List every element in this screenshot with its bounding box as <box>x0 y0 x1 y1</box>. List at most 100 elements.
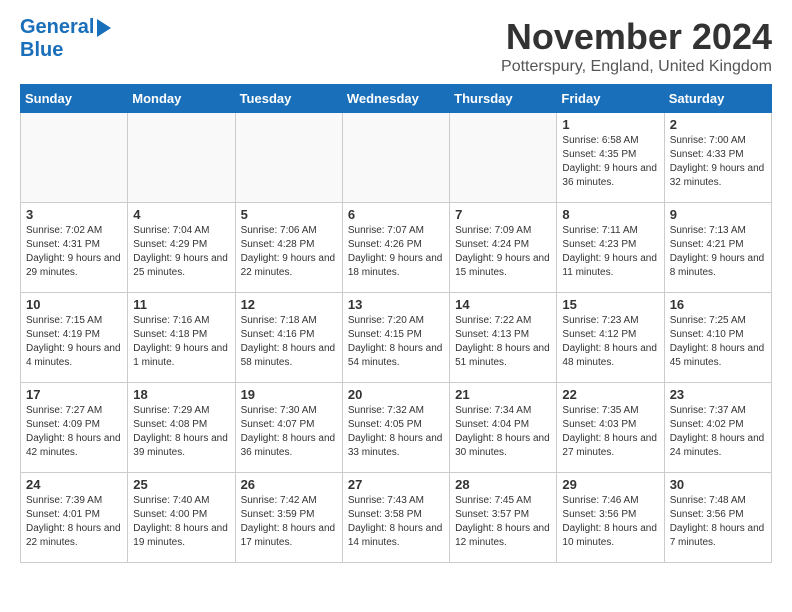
day-number: 8 <box>562 207 658 222</box>
day-info: Sunrise: 7:25 AM Sunset: 4:10 PM Dayligh… <box>670 314 766 370</box>
day-number: 28 <box>455 477 551 492</box>
day-info: Sunrise: 7:15 AM Sunset: 4:19 PM Dayligh… <box>26 314 122 370</box>
calendar-cell <box>450 113 557 203</box>
calendar-cell: 26Sunrise: 7:42 AM Sunset: 3:59 PM Dayli… <box>235 473 342 563</box>
day-number: 22 <box>562 387 658 402</box>
day-number: 13 <box>348 297 444 312</box>
day-info: Sunrise: 7:48 AM Sunset: 3:56 PM Dayligh… <box>670 494 766 550</box>
day-info: Sunrise: 7:02 AM Sunset: 4:31 PM Dayligh… <box>26 224 122 280</box>
day-number: 10 <box>26 297 122 312</box>
month-title: November 2024 <box>501 16 772 58</box>
logo-arrow-icon <box>97 19 111 37</box>
calendar-cell: 10 Sunrise: 7:15 AM Sunset: 4:19 PM Dayli… <box>21 293 128 383</box>
calendar-cell: 30 Sunrise: 7:48 AM Sunset: 3:56 PM Dayli… <box>664 473 771 563</box>
day-number: 30 <box>670 477 766 492</box>
calendar-cell: 2 Sunrise: 7:00 AM Sunset: 4:33 PM Daylig… <box>664 113 771 203</box>
day-info: Sunrise: 7:18 AM Sunset: 4:16 PM Dayligh… <box>241 314 337 370</box>
calendar-cell: 22Sunrise: 7:35 AM Sunset: 4:03 PM Dayli… <box>557 383 664 473</box>
calendar-cell: 16 Sunrise: 7:25 AM Sunset: 4:10 PM Dayli… <box>664 293 771 383</box>
col-tuesday: Tuesday <box>235 85 342 113</box>
calendar-cell: 17Sunrise: 7:27 AM Sunset: 4:09 PM Dayli… <box>21 383 128 473</box>
calendar-cell <box>342 113 449 203</box>
title-block: November 2024 Potterspury, England, Unit… <box>501 16 772 76</box>
calendar-cell: 12Sunrise: 7:18 AM Sunset: 4:16 PM Dayli… <box>235 293 342 383</box>
calendar-cell: 29 Sunrise: 7:46 AM Sunset: 3:56 PM Dayli… <box>557 473 664 563</box>
day-info: Sunrise: 7:37 AM Sunset: 4:02 PM Dayligh… <box>670 404 766 460</box>
day-info: Sunrise: 7:39 AM Sunset: 4:01 PM Dayligh… <box>26 494 122 550</box>
week-row-0: 1 Sunrise: 6:58 AM Sunset: 4:35 PM Daylig… <box>21 113 772 203</box>
day-number: 1 <box>562 117 658 132</box>
location: Potterspury, England, United Kingdom <box>501 58 772 76</box>
day-number: 23 <box>670 387 766 402</box>
day-info: Sunrise: 7:29 AM Sunset: 4:08 PM Dayligh… <box>133 404 229 460</box>
calendar-cell: 8 Sunrise: 7:11 AM Sunset: 4:23 PM Daylig… <box>557 203 664 293</box>
page: General Blue November 2024 Potterspury, … <box>0 0 792 579</box>
calendar-table: Sunday Monday Tuesday Wednesday Thursday… <box>20 84 772 563</box>
day-number: 29 <box>562 477 658 492</box>
logo-blue-text: Blue <box>20 39 63 61</box>
calendar-cell: 23 Sunrise: 7:37 AM Sunset: 4:02 PM Dayli… <box>664 383 771 473</box>
day-number: 14 <box>455 297 551 312</box>
day-info: Sunrise: 7:11 AM Sunset: 4:23 PM Dayligh… <box>562 224 658 280</box>
calendar-cell <box>128 113 235 203</box>
day-info: Sunrise: 7:34 AM Sunset: 4:04 PM Dayligh… <box>455 404 551 460</box>
day-info: Sunrise: 7:45 AM Sunset: 3:57 PM Dayligh… <box>455 494 551 550</box>
day-info: Sunrise: 7:23 AM Sunset: 4:12 PM Dayligh… <box>562 314 658 370</box>
col-monday: Monday <box>128 85 235 113</box>
day-info: Sunrise: 7:00 AM Sunset: 4:33 PM Dayligh… <box>670 134 766 190</box>
calendar-cell: 4 Sunrise: 7:04 AM Sunset: 4:29 PM Daylig… <box>128 203 235 293</box>
week-row-1: 3 Sunrise: 7:02 AM Sunset: 4:31 PM Daylig… <box>21 203 772 293</box>
day-info: Sunrise: 7:32 AM Sunset: 4:05 PM Dayligh… <box>348 404 444 460</box>
calendar-cell: 25 Sunrise: 7:40 AM Sunset: 4:00 PM Dayli… <box>128 473 235 563</box>
day-info: Sunrise: 7:46 AM Sunset: 3:56 PM Dayligh… <box>562 494 658 550</box>
logo-general: General <box>20 16 94 39</box>
calendar-cell: 5 Sunrise: 7:06 AM Sunset: 4:28 PM Daylig… <box>235 203 342 293</box>
logo-blue: Blue <box>20 39 63 62</box>
day-number: 5 <box>241 207 337 222</box>
day-info: Sunrise: 7:30 AM Sunset: 4:07 PM Dayligh… <box>241 404 337 460</box>
calendar-cell: 1 Sunrise: 6:58 AM Sunset: 4:35 PM Daylig… <box>557 113 664 203</box>
calendar-cell: 6Sunrise: 7:07 AM Sunset: 4:26 PM Daylig… <box>342 203 449 293</box>
day-info: Sunrise: 7:06 AM Sunset: 4:28 PM Dayligh… <box>241 224 337 280</box>
calendar-cell: 9Sunrise: 7:13 AM Sunset: 4:21 PM Daylig… <box>664 203 771 293</box>
day-info: Sunrise: 7:20 AM Sunset: 4:15 PM Dayligh… <box>348 314 444 370</box>
day-number: 19 <box>241 387 337 402</box>
day-number: 3 <box>26 207 122 222</box>
calendar-cell: 11 Sunrise: 7:16 AM Sunset: 4:18 PM Dayli… <box>128 293 235 383</box>
day-number: 4 <box>133 207 229 222</box>
day-info: Sunrise: 7:04 AM Sunset: 4:29 PM Dayligh… <box>133 224 229 280</box>
day-number: 20 <box>348 387 444 402</box>
week-row-4: 24Sunrise: 7:39 AM Sunset: 4:01 PM Dayli… <box>21 473 772 563</box>
calendar-cell: 21 Sunrise: 7:34 AM Sunset: 4:04 PM Dayli… <box>450 383 557 473</box>
calendar-cell: 28 Sunrise: 7:45 AM Sunset: 3:57 PM Dayli… <box>450 473 557 563</box>
col-sunday: Sunday <box>21 85 128 113</box>
calendar-cell: 15 Sunrise: 7:23 AM Sunset: 4:12 PM Dayli… <box>557 293 664 383</box>
calendar-cell: 18Sunrise: 7:29 AM Sunset: 4:08 PM Dayli… <box>128 383 235 473</box>
day-info: Sunrise: 7:09 AM Sunset: 4:24 PM Dayligh… <box>455 224 551 280</box>
calendar-cell: 14Sunrise: 7:22 AM Sunset: 4:13 PM Dayli… <box>450 293 557 383</box>
calendar-cell <box>21 113 128 203</box>
calendar-cell: 13 Sunrise: 7:20 AM Sunset: 4:15 PM Dayli… <box>342 293 449 383</box>
header: General Blue November 2024 Potterspury, … <box>20 16 772 76</box>
day-number: 25 <box>133 477 229 492</box>
day-number: 11 <box>133 297 229 312</box>
calendar-cell: 20 Sunrise: 7:32 AM Sunset: 4:05 PM Dayli… <box>342 383 449 473</box>
day-info: Sunrise: 7:40 AM Sunset: 4:00 PM Dayligh… <box>133 494 229 550</box>
day-info: Sunrise: 7:07 AM Sunset: 4:26 PM Dayligh… <box>348 224 444 280</box>
week-row-2: 10 Sunrise: 7:15 AM Sunset: 4:19 PM Dayli… <box>21 293 772 383</box>
calendar-cell: 24Sunrise: 7:39 AM Sunset: 4:01 PM Dayli… <box>21 473 128 563</box>
calendar-header-row: Sunday Monday Tuesday Wednesday Thursday… <box>21 85 772 113</box>
day-info: Sunrise: 7:43 AM Sunset: 3:58 PM Dayligh… <box>348 494 444 550</box>
day-number: 7 <box>455 207 551 222</box>
calendar-cell: 27Sunrise: 7:43 AM Sunset: 3:58 PM Dayli… <box>342 473 449 563</box>
day-info: Sunrise: 6:58 AM Sunset: 4:35 PM Dayligh… <box>562 134 658 190</box>
col-wednesday: Wednesday <box>342 85 449 113</box>
day-number: 16 <box>670 297 766 312</box>
day-number: 15 <box>562 297 658 312</box>
day-number: 21 <box>455 387 551 402</box>
col-thursday: Thursday <box>450 85 557 113</box>
day-info: Sunrise: 7:16 AM Sunset: 4:18 PM Dayligh… <box>133 314 229 370</box>
day-number: 17 <box>26 387 122 402</box>
day-number: 2 <box>670 117 766 132</box>
day-info: Sunrise: 7:42 AM Sunset: 3:59 PM Dayligh… <box>241 494 337 550</box>
